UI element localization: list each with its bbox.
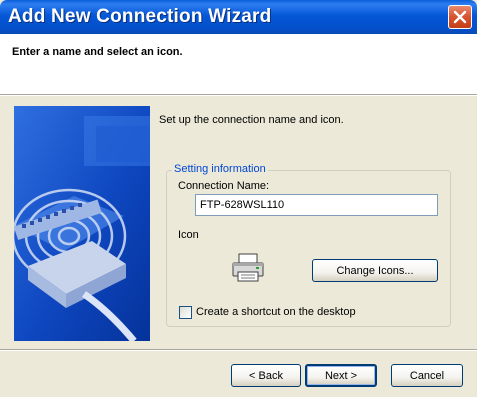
header-divider bbox=[0, 95, 477, 96]
footer-divider-highlight bbox=[0, 350, 477, 351]
shortcut-checkbox-label[interactable]: Create a shortcut on the desktop bbox=[196, 306, 356, 318]
close-icon bbox=[453, 10, 467, 24]
cancel-button[interactable]: Cancel bbox=[391, 364, 463, 387]
wizard-header: Enter a name and select an icon. bbox=[0, 34, 477, 95]
network-connection-illustration bbox=[14, 106, 150, 341]
printer-icon bbox=[232, 253, 264, 282]
group-title: Setting information bbox=[172, 163, 268, 175]
connection-name-label: Connection Name: bbox=[178, 180, 270, 192]
connection-name-input[interactable] bbox=[195, 194, 438, 216]
change-icons-button[interactable]: Change Icons... bbox=[312, 259, 438, 282]
header-instruction: Enter a name and select an icon. bbox=[12, 46, 183, 58]
icon-label: Icon bbox=[178, 229, 199, 241]
close-button[interactable] bbox=[448, 5, 472, 29]
next-button[interactable]: Next > bbox=[305, 364, 377, 387]
shortcut-checkbox[interactable] bbox=[179, 306, 192, 319]
intro-text: Set up the connection name and icon. bbox=[159, 114, 344, 126]
wizard-window: Add New Connection Wizard Enter a name a… bbox=[0, 0, 477, 397]
window-title: Add New Connection Wizard bbox=[8, 6, 272, 27]
title-bar[interactable]: Add New Connection Wizard bbox=[0, 0, 477, 34]
back-button[interactable]: < Back bbox=[231, 364, 301, 387]
